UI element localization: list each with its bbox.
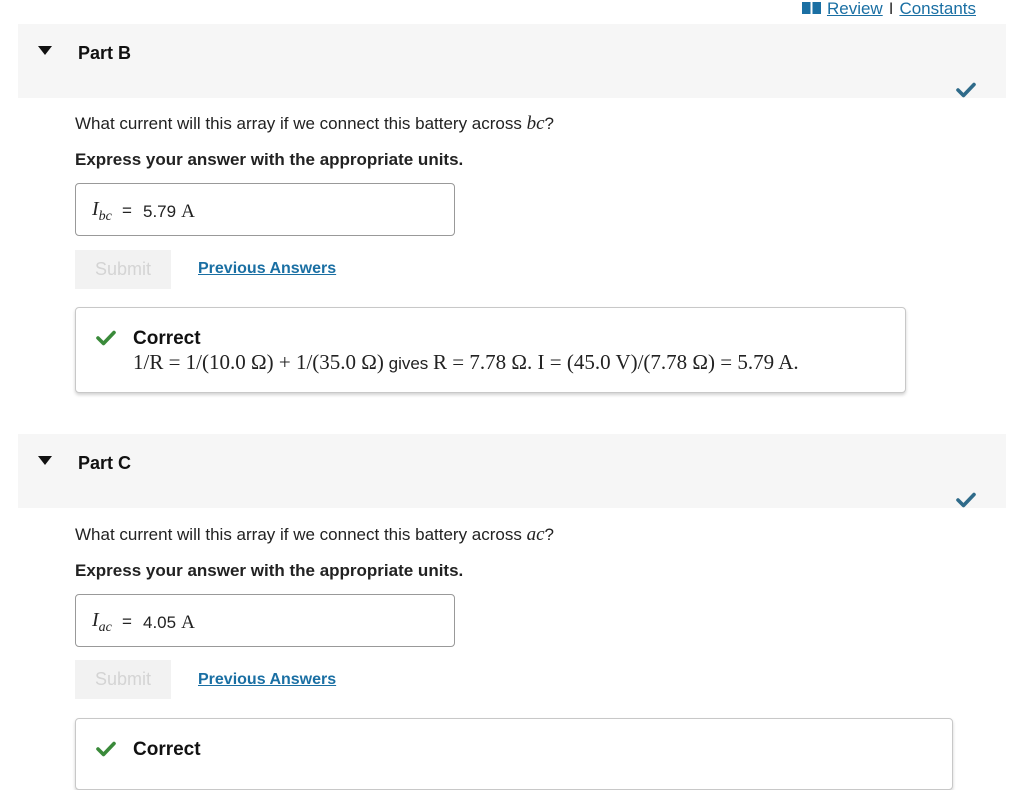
question-text: What current will this array if we conne… bbox=[75, 525, 527, 544]
part-b-title: Part B bbox=[78, 43, 132, 63]
top-links: Review I Constants bbox=[801, 0, 976, 18]
part-c-title: Part C bbox=[78, 453, 132, 473]
question-suffix: ? bbox=[544, 114, 555, 133]
part-b-submit-button[interactable]: Submit bbox=[75, 250, 171, 289]
part-b-answer-field[interactable]: Ibc = 5.79 A bbox=[75, 183, 455, 236]
part-b-header[interactable]: Part B bbox=[18, 24, 1006, 98]
feedback-math-2: R = 7.78 Ω. I = (45.0 V)/(7.78 Ω) = 5.79… bbox=[433, 350, 799, 374]
part-c-question: What current will this array if we conne… bbox=[75, 524, 554, 546]
part-c-previous-answers-link[interactable]: Previous Answers bbox=[198, 671, 336, 689]
answer-label: Iac bbox=[92, 609, 112, 636]
review-link[interactable]: Review bbox=[827, 0, 883, 18]
collapse-caret-icon[interactable] bbox=[38, 456, 52, 465]
feedback-word: gives bbox=[383, 354, 434, 373]
answer-value: 5.79 A bbox=[143, 201, 195, 223]
check-icon bbox=[956, 492, 976, 508]
part-c-submit-button[interactable]: Submit bbox=[75, 660, 171, 699]
answer-value: 4.05 A bbox=[143, 612, 195, 634]
answer-subscript: bc bbox=[98, 209, 112, 224]
answer-symbol: I bbox=[92, 198, 99, 220]
correct-check-icon bbox=[96, 741, 116, 757]
feedback-math-1: 1/R = 1/(10.0 Ω) + 1/(35.0 Ω) bbox=[133, 350, 384, 374]
part-b-previous-answers-link[interactable]: Previous Answers bbox=[198, 260, 336, 278]
answer-number: 4.05 bbox=[143, 613, 177, 632]
question-text: What current will this array if we conne… bbox=[75, 114, 527, 133]
collapse-caret-icon[interactable] bbox=[38, 46, 52, 55]
answer-label: Ibc bbox=[92, 198, 112, 225]
part-b-question: What current will this array if we conne… bbox=[75, 113, 554, 135]
part-b-instruction: Express your answer with the appropriate… bbox=[75, 150, 464, 169]
part-c-header[interactable]: Part C bbox=[18, 434, 1006, 508]
answer-unit: A bbox=[181, 201, 195, 222]
book-icon bbox=[801, 2, 821, 14]
feedback-title: Correct bbox=[133, 328, 201, 349]
equals-sign: = bbox=[122, 612, 132, 631]
part-c-feedback: Correct bbox=[75, 718, 953, 790]
equals-sign: = bbox=[122, 201, 132, 220]
part-c-answer-field[interactable]: Iac = 4.05 A bbox=[75, 594, 455, 647]
question-suffix: ? bbox=[544, 525, 555, 544]
answer-number: 5.79 bbox=[143, 202, 177, 221]
part-b-feedback: Correct 1/R = 1/(10.0 Ω) + 1/(35.0 Ω) gi… bbox=[75, 307, 906, 393]
part-c-instruction: Express your answer with the appropriate… bbox=[75, 561, 464, 580]
feedback-explanation: 1/R = 1/(10.0 Ω) + 1/(35.0 Ω) gives R = … bbox=[133, 350, 799, 375]
correct-check-icon bbox=[96, 330, 116, 346]
separator: I bbox=[888, 0, 894, 18]
answer-subscript: ac bbox=[98, 620, 112, 635]
question-variable: bc bbox=[526, 113, 545, 134]
question-variable: ac bbox=[526, 524, 545, 545]
constants-link[interactable]: Constants bbox=[899, 0, 976, 18]
check-icon bbox=[956, 82, 976, 98]
answer-unit: A bbox=[181, 612, 195, 633]
feedback-title: Correct bbox=[133, 739, 201, 760]
answer-symbol: I bbox=[92, 609, 99, 631]
